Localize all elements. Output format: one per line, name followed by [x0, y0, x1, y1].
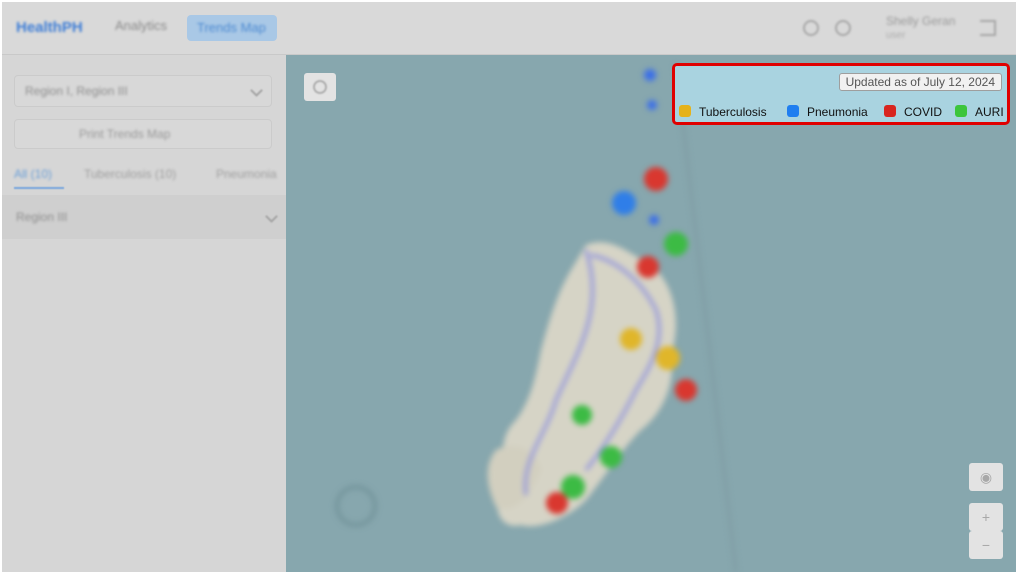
help-icon[interactable]	[803, 20, 819, 36]
region-select-value: Region I, Region III	[25, 84, 128, 98]
fullscreen-icon: ◉	[979, 469, 993, 485]
zoom-out-button[interactable]: −	[969, 531, 1003, 559]
legend-item-pneumonia: Pneumonia	[787, 105, 868, 119]
locate-button[interactable]	[304, 73, 336, 101]
crosshair-icon	[313, 80, 327, 94]
tab-all[interactable]: All (10)	[14, 167, 52, 181]
logout-icon[interactable]	[980, 20, 996, 36]
legend-item-covid: COVID	[884, 105, 942, 119]
map-canvas	[335, 64, 737, 572]
print-button-label: Print Trends Map	[79, 127, 171, 141]
nav-analytics[interactable]: Analytics	[115, 18, 167, 33]
nav-trends-map[interactable]: Trends Map	[187, 15, 277, 41]
region-select[interactable]: Region I, Region III	[14, 75, 272, 107]
region-accordion[interactable]: Region III	[2, 195, 286, 239]
legend-label: AURI	[975, 105, 1004, 119]
brand-logo[interactable]: HealthPH	[16, 19, 83, 36]
chevron-down-icon	[265, 210, 278, 223]
fullscreen-button[interactable]: ◉	[969, 463, 1003, 491]
legend-item-auri: AURI	[955, 105, 1004, 119]
legend-label: COVID	[904, 105, 943, 119]
chevron-down-icon	[250, 84, 263, 97]
legend-swatch-pneumonia	[787, 105, 799, 117]
tab-pneumonia[interactable]: Pneumonia	[216, 167, 277, 181]
sidebar: Region I, Region III Print Trends Map Al…	[2, 55, 286, 572]
settings-icon[interactable]	[835, 20, 851, 36]
print-trends-map-button[interactable]: Print Trends Map	[14, 119, 272, 149]
legend-label: Tuberculosis	[699, 105, 767, 119]
map-legend: Updated as of July 12, 2024 Tuberculosis…	[672, 63, 1010, 125]
active-tab-indicator	[14, 187, 64, 189]
tab-tuberculosis[interactable]: Tuberculosis (10)	[84, 167, 176, 181]
zoom-in-button[interactable]: +	[969, 503, 1003, 531]
legend-item-tuberculosis: Tuberculosis	[679, 105, 767, 119]
updated-date-badge: Updated as of July 12, 2024	[838, 73, 1002, 91]
app-window: HealthPH Analytics Trends Map Shelly Ger…	[2, 2, 1016, 572]
legend-label: Pneumonia	[807, 105, 868, 119]
top-bar: HealthPH Analytics Trends Map Shelly Ger…	[2, 2, 1016, 55]
region-accordion-label: Region III	[16, 210, 68, 224]
map-view[interactable]: ◉ + −	[286, 55, 1016, 572]
legend-swatch-auri	[955, 105, 967, 117]
legend-swatch-covid	[884, 105, 896, 117]
user-name: Shelly Geran	[886, 14, 956, 28]
nav-trends-map-label: Trends Map	[197, 20, 266, 35]
legend-swatch-tuberculosis	[679, 105, 691, 117]
user-role: user	[886, 30, 906, 41]
